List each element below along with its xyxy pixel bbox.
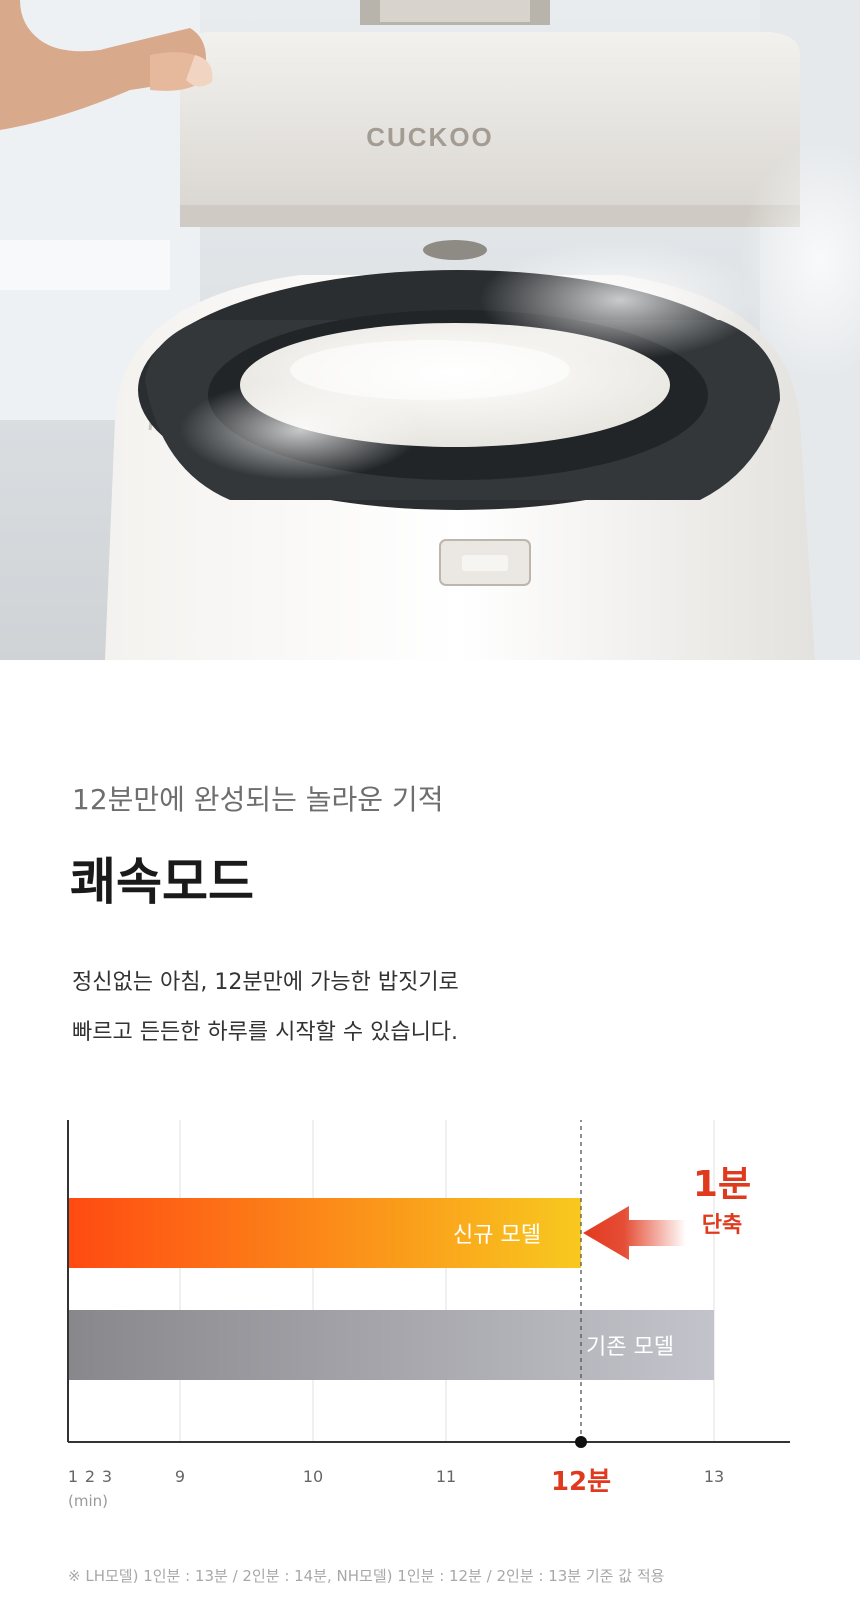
footnote: ※ LH모델) 1인분 : 13분 / 2인분 : 14분, NH모델) 1인분… bbox=[68, 1567, 665, 1585]
x-tick-label: 11 bbox=[436, 1467, 456, 1486]
x-tick-label: 1 bbox=[68, 1467, 78, 1486]
chart-bars: 신규 모델기존 모델 bbox=[68, 1120, 714, 1442]
description-line: 정신없는 아침, 12분만에 가능한 밥짓기로 bbox=[72, 970, 459, 995]
brand-logo: CUCKOO bbox=[366, 122, 494, 152]
x-tick-label: 2 bbox=[85, 1467, 95, 1486]
reduction-amount: 1분 bbox=[693, 1164, 751, 1205]
highlight-dot bbox=[575, 1436, 587, 1448]
section-eyebrow: 12분만에 완성되는 놀라운 기적 bbox=[72, 783, 444, 816]
x-tick-label: 9 bbox=[175, 1467, 185, 1486]
reduction-arrow bbox=[583, 1206, 686, 1260]
section-description: 정신없는 아침, 12분만에 가능한 밥짓기로 빠르고 든든한 하루를 시작할 … bbox=[72, 958, 459, 1058]
x-axis-unit: (min) bbox=[68, 1492, 108, 1510]
x-tick-label: 13 bbox=[704, 1467, 724, 1486]
chart-axes bbox=[67, 1120, 790, 1448]
section-title: 쾌속모드 bbox=[70, 853, 254, 911]
cooking-time-chart: 신규 모델기존 모델 1 2 3 9 10 11 12분 13 (min) 1분단축 bbox=[67, 1120, 790, 1510]
reduction-label: 단축 bbox=[702, 1213, 742, 1238]
x-tick-label: 3 bbox=[102, 1467, 112, 1486]
chart-annotation: 1분단축 bbox=[583, 1164, 751, 1260]
x-tick-label: 10 bbox=[303, 1467, 323, 1486]
bar-label-new-model: 신규 모델 bbox=[453, 1223, 541, 1248]
x-tick-label: 12분 bbox=[551, 1467, 611, 1497]
hero-photo: CUCKOO bbox=[0, 0, 860, 660]
bar-label-old-model: 기존 모델 bbox=[586, 1335, 674, 1360]
description-line: 빠르고 든든한 하루를 시작할 수 있습니다. bbox=[72, 1020, 459, 1045]
rice-cooker-illustration bbox=[0, 0, 860, 660]
chart-grid bbox=[179, 1120, 715, 1442]
chart-ticks: 1 2 3 9 10 11 12분 13 (min) bbox=[68, 1467, 724, 1510]
